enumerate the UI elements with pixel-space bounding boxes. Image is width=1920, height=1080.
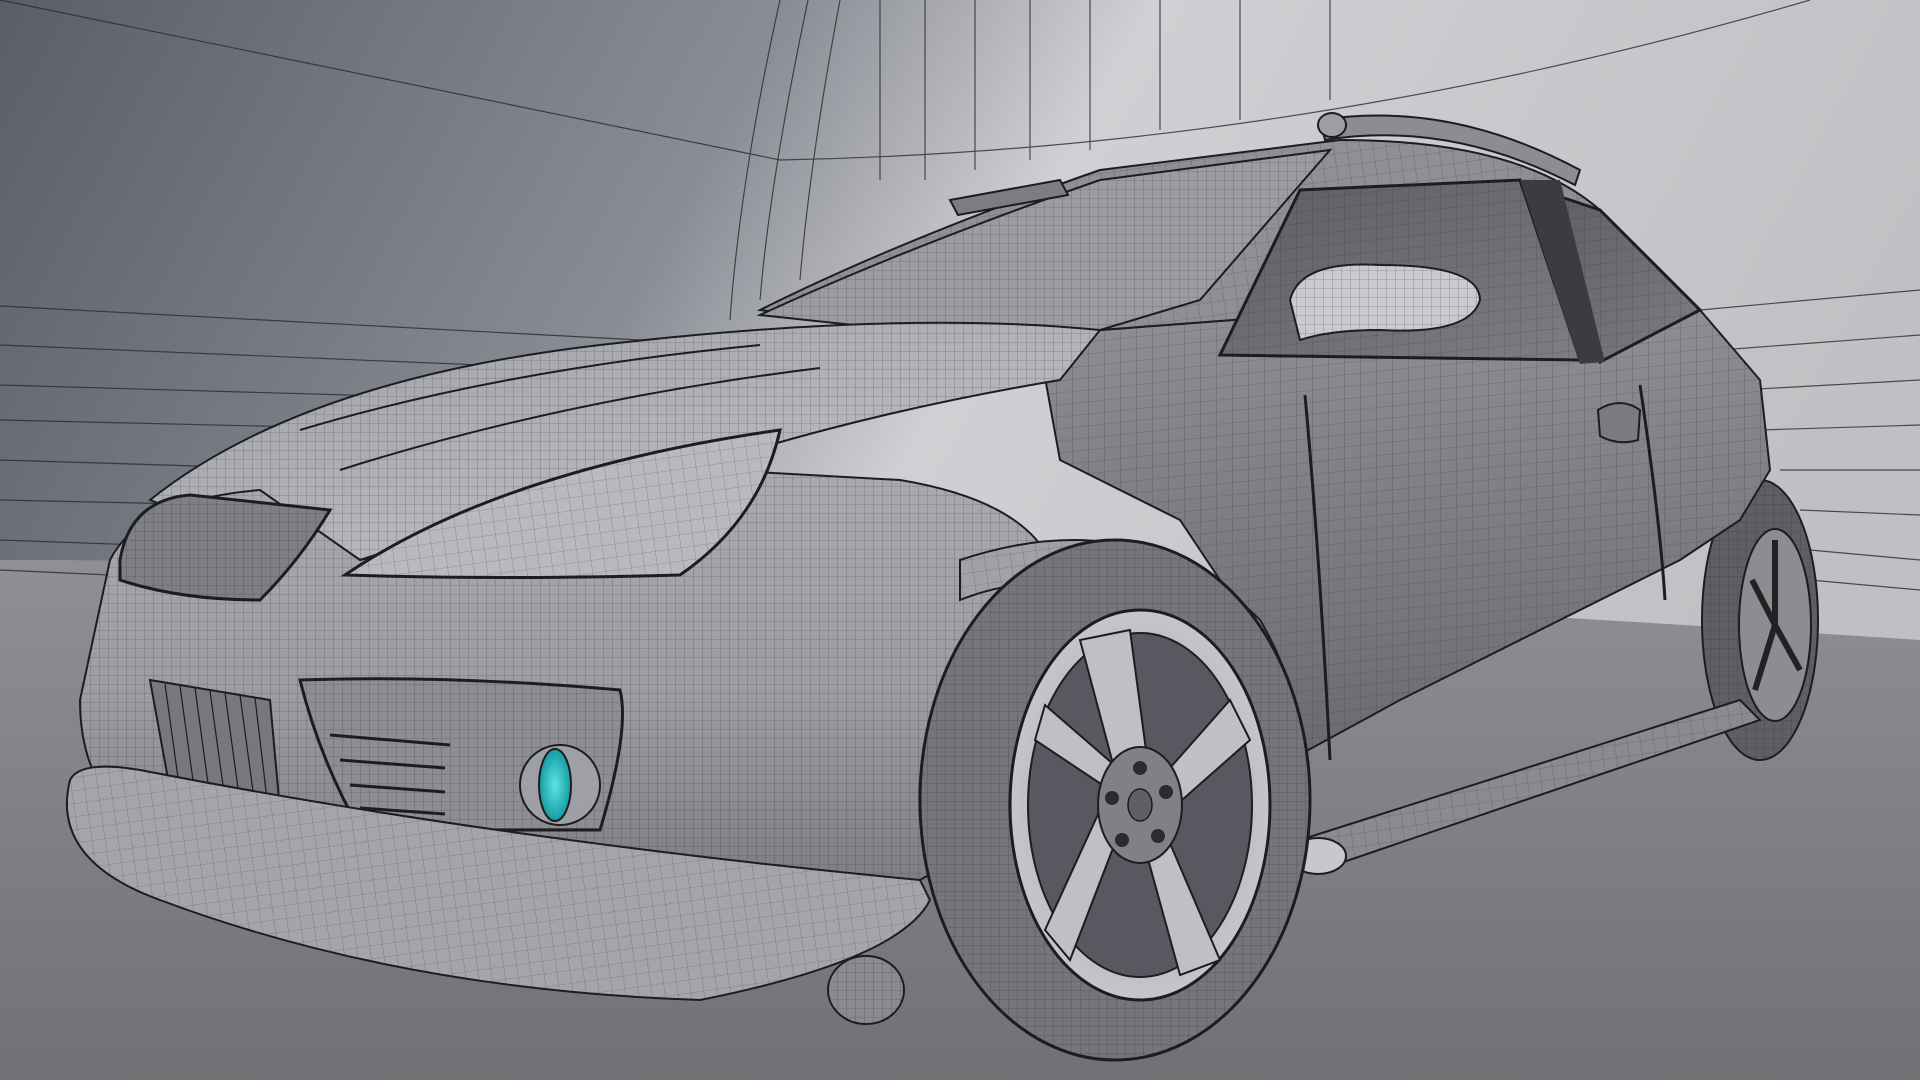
3d-viewport	[0, 0, 1920, 1080]
fog-lamp	[519, 744, 601, 826]
car-wireframe-render	[0, 0, 1920, 1080]
front-wheel	[918, 538, 1312, 1062]
door-handle	[1596, 402, 1642, 444]
